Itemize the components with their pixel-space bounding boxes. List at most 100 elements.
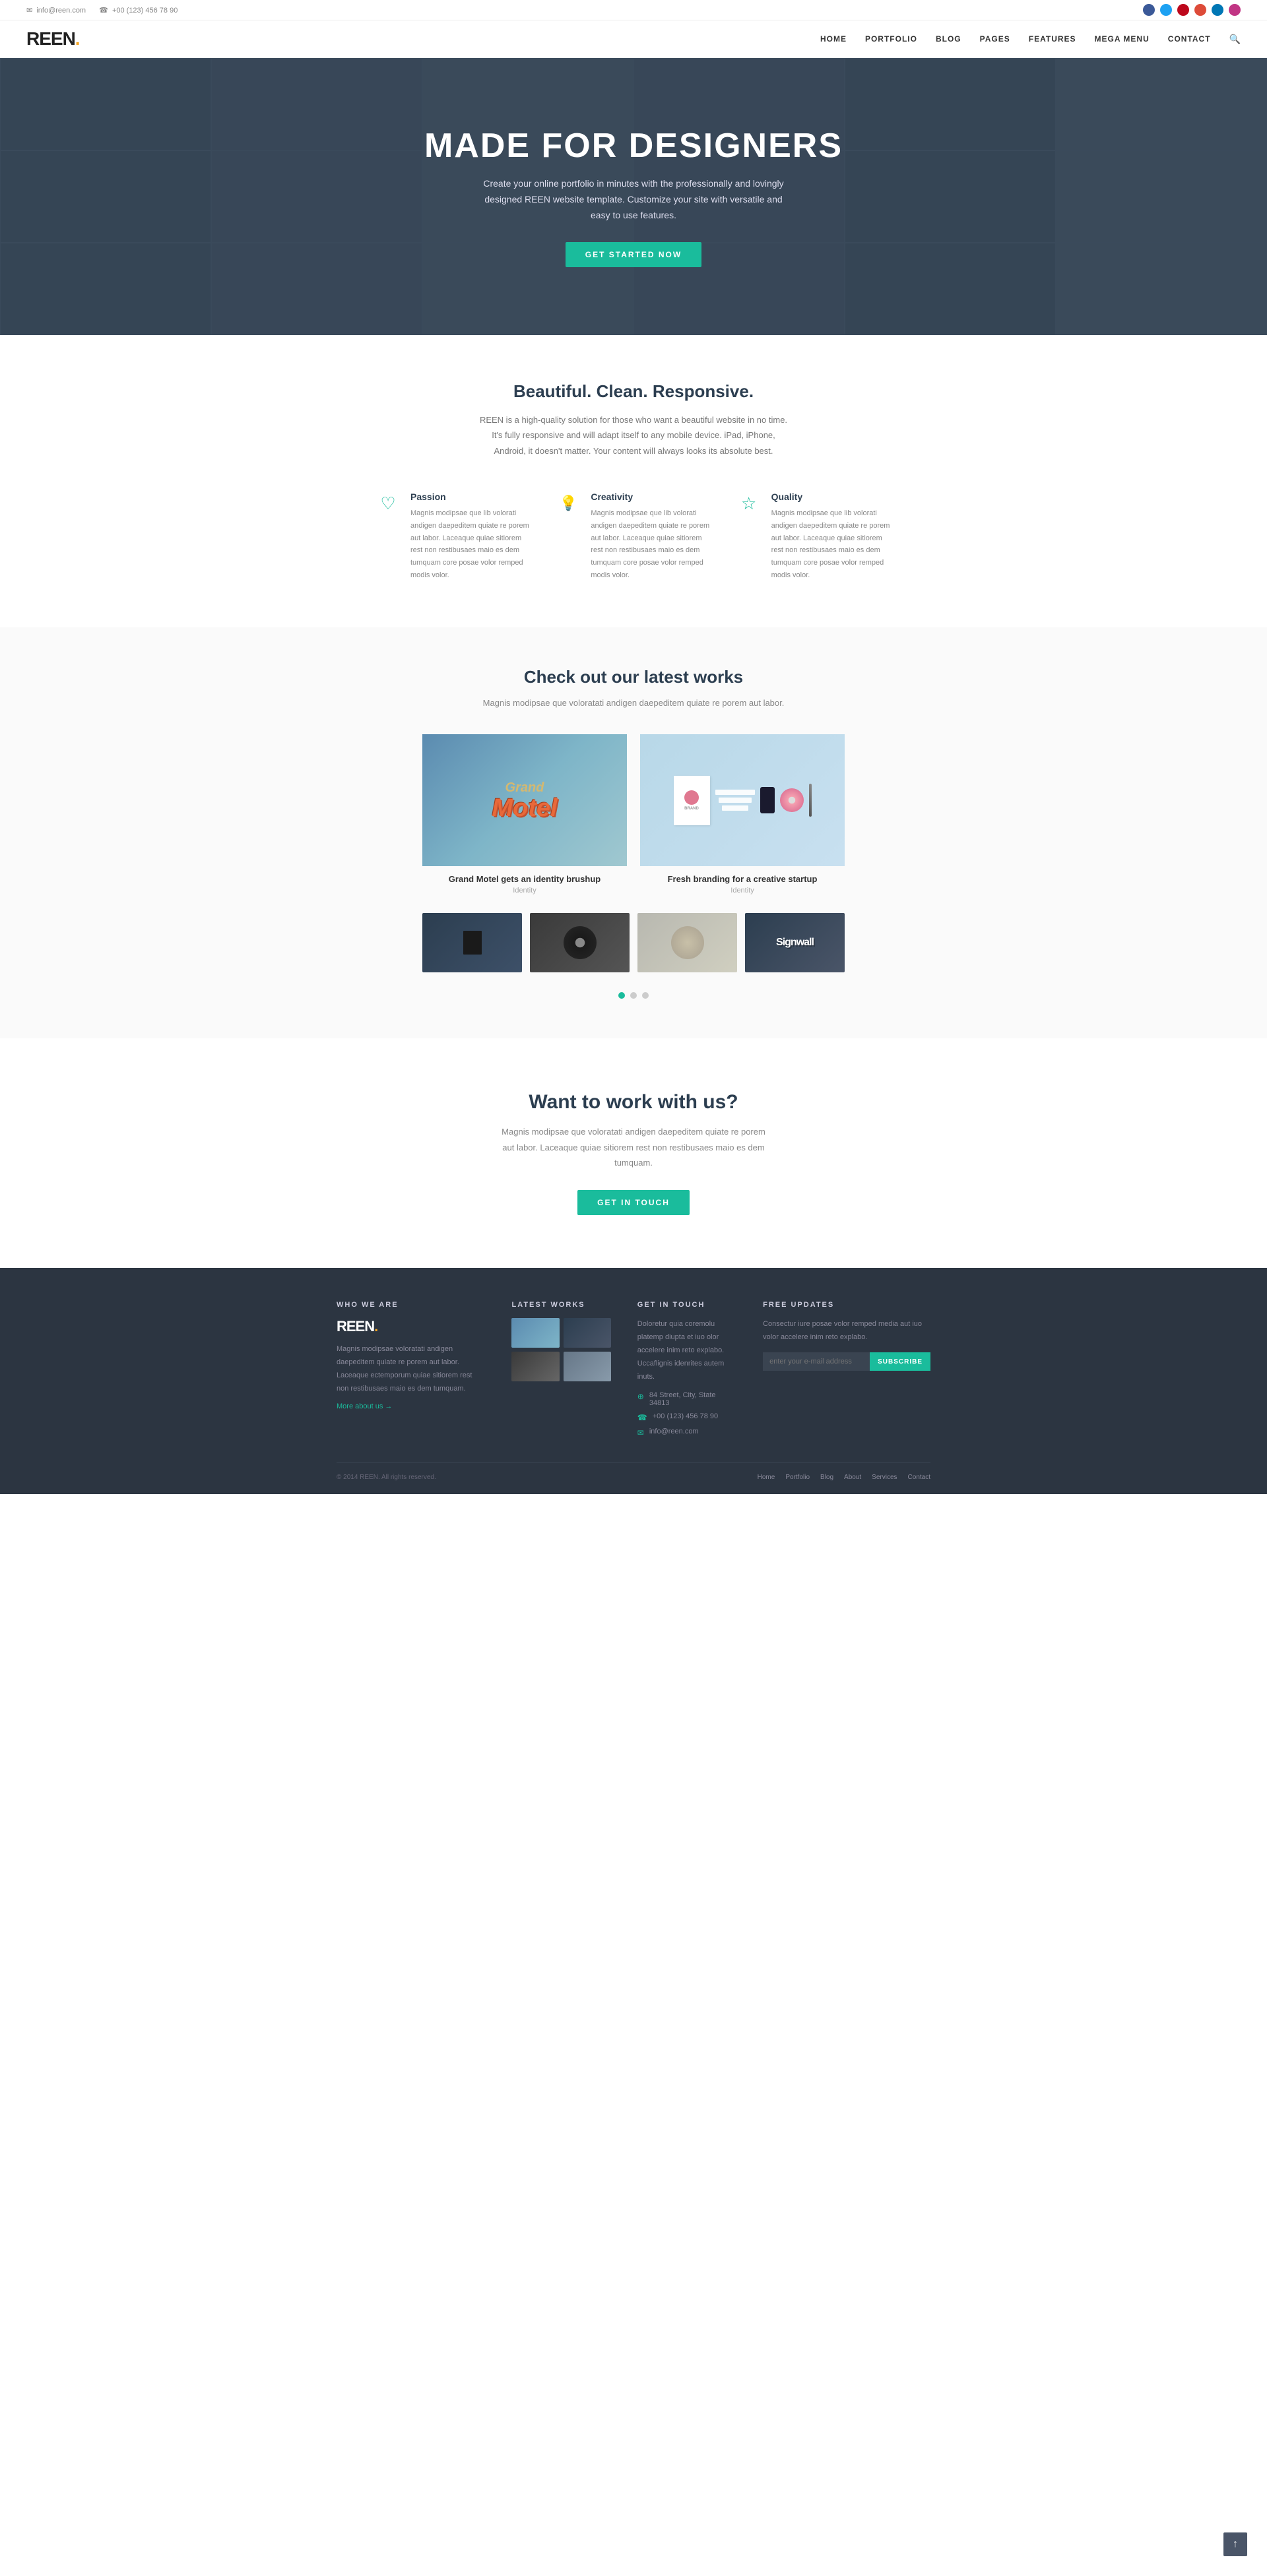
creativity-icon: 💡 — [556, 491, 580, 515]
features-subtitle: REEN is a high-quality solution for thos… — [475, 412, 792, 458]
feature-creativity: 💡 Creativity Magnis modipsae que lib vol… — [556, 491, 710, 581]
cta-button[interactable]: GET IN TOUCH — [577, 1190, 690, 1215]
hero-content: MADE FOR DESIGNERS Create your online po… — [411, 113, 856, 280]
footer-latest-works: LATEST WORKS — [511, 1301, 610, 1443]
social-icons — [1143, 4, 1241, 16]
email-text: info@reen.com — [36, 7, 86, 15]
passion-icon: ♡ — [376, 491, 400, 515]
footer-works-title: LATEST WORKS — [511, 1301, 610, 1309]
footer-phone-text: +00 (123) 456 78 90 — [653, 1412, 718, 1420]
portfolio-subtitle: Magnis modipsae que voloratati andigen d… — [26, 698, 1241, 708]
nav-home[interactable]: HOME — [820, 34, 847, 44]
portfolio-brand-image: BRAND — [640, 734, 845, 866]
footer-thumb-2[interactable] — [564, 1318, 611, 1348]
book-icon — [463, 931, 482, 955]
footer-address-text: 84 Street, City, State 34813 — [649, 1391, 736, 1407]
feature-creativity-content: Creativity Magnis modipsae que lib volor… — [591, 491, 710, 581]
twitter-icon[interactable] — [1160, 4, 1172, 16]
footer-phone: ☎ +00 (123) 456 78 90 — [637, 1412, 736, 1422]
footer-address: ⊕ 84 Street, City, State 34813 — [637, 1391, 736, 1407]
email-info: ✉ info@reen.com — [26, 6, 86, 15]
feature-quality-title: Quality — [771, 491, 891, 502]
nav-blog[interactable]: BLOG — [936, 34, 961, 44]
pagination-dot-2[interactable] — [630, 992, 637, 999]
footer: WHO WE ARE REEN. Magnis modipsae volorat… — [0, 1268, 1267, 1494]
brand-phone — [760, 787, 775, 813]
brand-cd — [780, 788, 804, 812]
footer-subscribe-button[interactable]: SUBSCRIBE — [870, 1352, 930, 1371]
cta-title: Want to work with us? — [26, 1091, 1241, 1114]
pinterest-icon[interactable] — [1177, 4, 1189, 16]
hero-cta-button[interactable]: GET STARTED NOW — [566, 242, 701, 267]
footer-nav-home[interactable]: Home — [758, 1474, 775, 1481]
phone-text: +00 (123) 456 78 90 — [112, 7, 178, 15]
footer-thumb-3[interactable] — [511, 1352, 559, 1381]
feature-quality: ☆ Quality Magnis modipsae que lib volora… — [737, 491, 891, 581]
nav-contact[interactable]: CONTACT — [1168, 34, 1211, 44]
hero-subtitle: Create your online portfolio in minutes … — [475, 176, 792, 223]
footer-nav-about[interactable]: About — [844, 1474, 861, 1481]
nav-pages[interactable]: PAGES — [980, 34, 1010, 44]
footer-more-link[interactable]: More about us → — [337, 1402, 485, 1410]
portfolio-main-grid: Grand Motel Grand Motel gets an identity… — [422, 734, 845, 900]
footer-email-input[interactable] — [763, 1352, 870, 1371]
portfolio-small-item-4[interactable]: Signwall — [745, 913, 845, 972]
logo[interactable]: REEN. — [26, 28, 80, 49]
cta-text: Magnis modipsae que voloratati andigen d… — [495, 1124, 772, 1170]
instagram-icon[interactable] — [1229, 4, 1241, 16]
hero-section: MADE FOR DESIGNERS Create your online po… — [0, 58, 1267, 335]
scroll-top-button[interactable]: ↑ — [1223, 2532, 1247, 2556]
main-nav: HOME PORTFOLIO BLOG PAGES FEATURES MEGA … — [820, 34, 1241, 45]
footer-email: ✉ info@reen.com — [637, 1428, 736, 1437]
feature-creativity-text: Magnis modipsae que lib volorati andigen… — [591, 507, 710, 581]
portfolio-section: Check out our latest works Magnis modips… — [0, 627, 1267, 1038]
footer-subscribe-row: SUBSCRIBE — [763, 1352, 930, 1371]
footer-thumb-1[interactable] — [511, 1318, 559, 1348]
pagination-dot-1[interactable] — [618, 992, 625, 999]
portfolio-small-item-3[interactable] — [637, 913, 737, 972]
facebook-icon[interactable] — [1143, 4, 1155, 16]
quality-icon: ☆ — [737, 491, 761, 515]
portfolio-item-motel[interactable]: Grand Motel Grand Motel gets an identity… — [422, 734, 627, 900]
s2-content — [530, 913, 630, 972]
google-icon[interactable] — [1194, 4, 1206, 16]
footer-nav-contact[interactable]: Contact — [908, 1474, 930, 1481]
brand-rect-2 — [719, 798, 752, 803]
feature-passion: ♡ Passion Magnis modipsae que lib volora… — [376, 491, 530, 581]
footer-nav-services[interactable]: Services — [872, 1474, 897, 1481]
footer-works-grid — [511, 1318, 610, 1381]
hero-title: MADE FOR DESIGNERS — [424, 126, 843, 166]
portfolio-brand-label: Fresh branding for a creative startup — [640, 866, 845, 887]
footer-contact: GET IN TOUCH Doloretur quia coremolu pla… — [637, 1301, 736, 1443]
feature-passion-title: Passion — [410, 491, 530, 502]
brand-rect-1 — [715, 790, 755, 795]
brand-stack — [715, 790, 755, 811]
footer-nav-portfolio[interactable]: Portfolio — [785, 1474, 810, 1481]
phone-icon: ☎ — [99, 7, 108, 15]
portfolio-title: Check out our latest works — [26, 667, 1241, 687]
feature-quality-text: Magnis modipsae que lib volorati andigen… — [771, 507, 891, 581]
portfolio-item-brand[interactable]: BRAND Fresh branding for a creative star… — [640, 734, 845, 900]
nav-features[interactable]: FEATURES — [1029, 34, 1076, 44]
footer-updates-title: FREE UPDATES — [763, 1301, 930, 1309]
footer-grid: WHO WE ARE REEN. Magnis modipsae volorat… — [337, 1301, 930, 1443]
motel-illustration: Grand Motel — [422, 734, 627, 866]
footer-nav-blog[interactable]: Blog — [820, 1474, 833, 1481]
nav-portfolio[interactable]: PORTFOLIO — [865, 34, 917, 44]
footer-thumb-4[interactable] — [564, 1352, 611, 1381]
nav-mega-menu[interactable]: MEGA MENU — [1095, 34, 1150, 44]
linkedin-icon[interactable] — [1212, 4, 1223, 16]
portfolio-small-item-2[interactable] — [530, 913, 630, 972]
pagination-dot-3[interactable] — [642, 992, 649, 999]
footer-logo: REEN. — [337, 1318, 485, 1335]
portfolio-small-item-1[interactable] — [422, 913, 522, 972]
feature-creativity-title: Creativity — [591, 491, 710, 502]
brand-rect-3 — [722, 805, 748, 811]
search-icon[interactable]: 🔍 — [1229, 34, 1241, 45]
brand-circle — [684, 790, 699, 805]
portfolio-motel-image: Grand Motel — [422, 734, 627, 866]
footer-email-text: info@reen.com — [649, 1428, 699, 1435]
features-title: Beautiful. Clean. Responsive. — [26, 381, 1241, 402]
motel-text: Motel — [492, 796, 557, 821]
logo-dot: . — [75, 28, 80, 49]
